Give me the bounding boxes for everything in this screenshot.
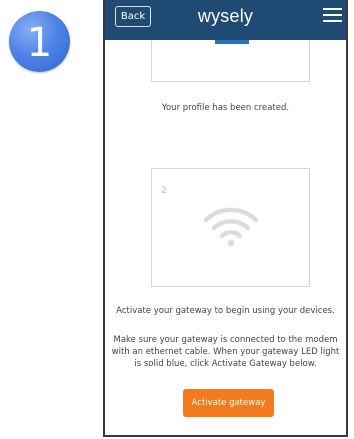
step-number-badge: 1 <box>9 11 70 72</box>
profile-step-image-edge <box>215 40 249 44</box>
activate-gateway-prompt: Activate your gateway to begin using you… <box>116 306 335 316</box>
step-number: 1 <box>26 19 53 66</box>
profile-step-card <box>151 40 310 82</box>
gateway-step-number: 2 <box>161 186 167 196</box>
gateway-instructions: Make sure your gateway is connected to t… <box>111 335 340 369</box>
app-header: Back wysely <box>105 0 346 40</box>
hamburger-menu-icon[interactable] <box>323 8 342 23</box>
wysely-logo: wysely <box>197 6 254 26</box>
gateway-step-card: 2 <box>151 168 310 287</box>
wifi-icon <box>203 207 259 247</box>
profile-created-message: Your profile has been created. <box>161 103 290 113</box>
activate-gateway-button[interactable]: Activate gateway <box>183 389 274 417</box>
phone-screen: Back wysely Your profile has been create… <box>103 0 348 437</box>
